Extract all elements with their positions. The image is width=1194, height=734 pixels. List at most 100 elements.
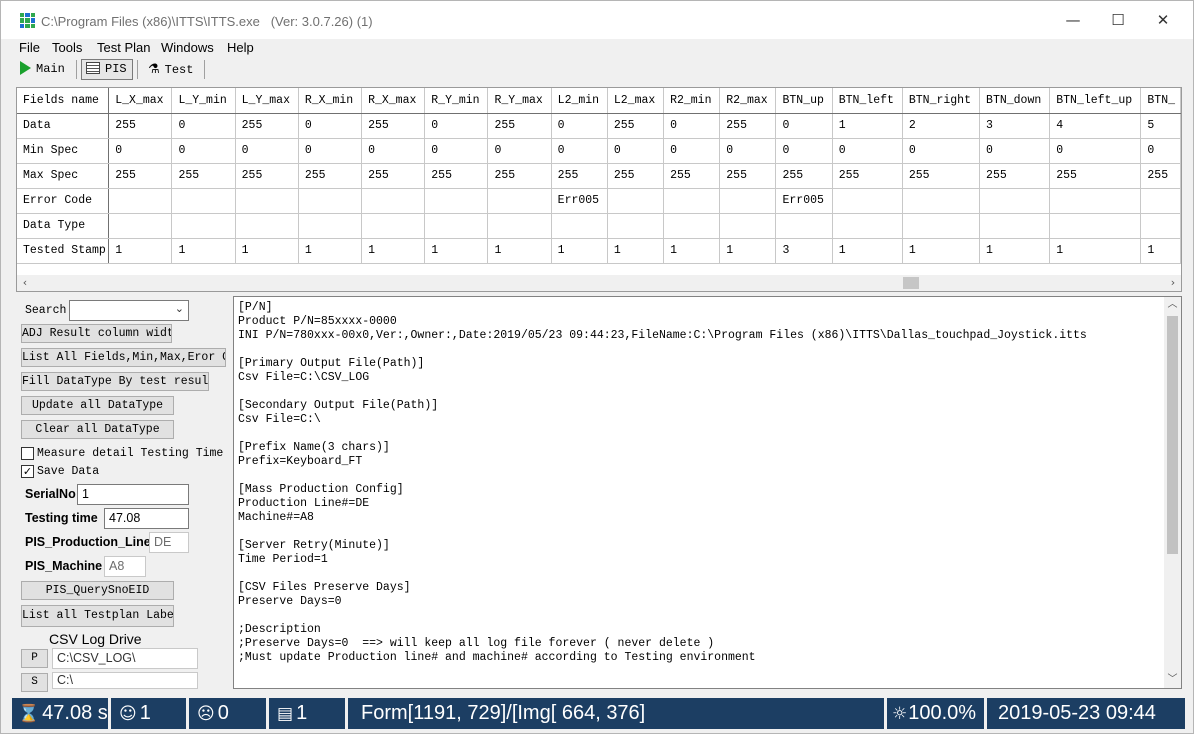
table-cell[interactable] <box>832 188 903 214</box>
table-cell[interactable] <box>361 188 426 214</box>
table-cell[interactable]: 0 <box>487 138 552 164</box>
table-cell[interactable]: 3 <box>775 238 833 264</box>
vertical-scrollbar[interactable]: ︿ ﹀ <box>1164 297 1181 688</box>
table-cell[interactable] <box>487 213 552 239</box>
table-cell[interactable]: 0 <box>424 113 489 139</box>
table-cell[interactable] <box>108 188 173 214</box>
table-cell[interactable]: 0 <box>424 138 489 164</box>
table-cell[interactable]: 255 <box>361 163 426 189</box>
table-cell[interactable]: 0 <box>775 113 833 139</box>
fields-grid[interactable]: Fields name L_X_max L_Y_min L_Y_max R_X_min R… <box>16 87 1182 292</box>
table-cell[interactable]: 0 <box>663 138 721 164</box>
table-cell[interactable]: 4 <box>1049 113 1142 139</box>
table-cell[interactable]: 0 <box>298 113 363 139</box>
close-button[interactable]: ✕ <box>1141 5 1185 35</box>
table-cell[interactable] <box>1140 213 1181 239</box>
menu-windows[interactable]: Windows <box>161 40 214 55</box>
table-cell[interactable] <box>902 213 981 239</box>
table-cell[interactable]: 0 <box>298 138 363 164</box>
table-cell[interactable]: 255 <box>979 163 1051 189</box>
menu-help[interactable]: Help <box>227 40 254 55</box>
table-cell[interactable]: 255 <box>487 163 552 189</box>
row-header[interactable]: Data Type <box>17 213 110 239</box>
table-cell[interactable]: 0 <box>832 138 903 164</box>
table-cell[interactable]: 0 <box>1140 138 1181 164</box>
update-all-datatype-button[interactable]: Update all DataType <box>21 396 174 415</box>
scroll-up-icon[interactable]: ︿ <box>1164 297 1181 313</box>
column-header[interactable]: BTN_left_up <box>1049 88 1142 114</box>
list-all-testplan-label-button[interactable]: List all Testplan Label <box>21 605 174 627</box>
horizontal-scrollbar[interactable]: ‹ › <box>17 275 1181 291</box>
secondary-drive-button[interactable]: S <box>21 673 48 692</box>
column-header[interactable]: R_X_min <box>298 88 363 114</box>
column-header[interactable]: L_Y_max <box>235 88 299 114</box>
row-header[interactable]: Tested Stamp <box>17 238 110 264</box>
table-cell[interactable] <box>607 213 665 239</box>
table-cell[interactable] <box>298 213 363 239</box>
primary-drive-button[interactable]: P <box>21 649 48 668</box>
table-cell[interactable]: 1 <box>832 113 903 139</box>
vertical-scroll-thumb[interactable] <box>1167 316 1178 554</box>
testing-time-input[interactable]: 47.08 <box>104 508 189 529</box>
pis-query-sno-eid-button[interactable]: PIS_QuerySnoEID <box>21 581 174 600</box>
table-cell[interactable]: 255 <box>108 113 173 139</box>
table-cell[interactable]: 1 <box>1140 238 1181 264</box>
table-cell[interactable] <box>979 188 1051 214</box>
table-cell[interactable]: 255 <box>902 163 981 189</box>
column-header[interactable]: BTN_right <box>902 88 981 114</box>
clear-all-datatype-button[interactable]: Clear all DataType <box>21 420 174 439</box>
minimize-button[interactable]: — <box>1051 5 1095 35</box>
table-cell[interactable]: 0 <box>663 113 721 139</box>
scroll-down-icon[interactable]: ﹀ <box>1164 672 1181 688</box>
column-header[interactable]: BTN_up <box>775 88 833 114</box>
row-header[interactable]: Data <box>17 113 110 139</box>
table-cell[interactable]: 0 <box>979 138 1051 164</box>
table-cell[interactable]: 0 <box>775 138 833 164</box>
table-cell[interactable]: 255 <box>1049 163 1142 189</box>
table-cell[interactable]: 1 <box>298 238 363 264</box>
row-header[interactable]: Error Code <box>17 188 110 214</box>
config-text-area[interactable]: [P/N] Product P/N=85xxxx-0000 INI P/N=78… <box>233 296 1182 689</box>
table-cell[interactable]: 0 <box>171 138 236 164</box>
table-cell[interactable]: 1 <box>1049 238 1142 264</box>
column-header[interactable]: L_X_max <box>108 88 173 114</box>
table-cell[interactable]: 255 <box>298 163 363 189</box>
table-cell[interactable]: 255 <box>108 163 173 189</box>
table-cell[interactable] <box>487 188 552 214</box>
column-header[interactable]: L2_max <box>607 88 665 114</box>
table-cell[interactable] <box>424 188 489 214</box>
table-cell[interactable] <box>235 188 299 214</box>
table-cell[interactable] <box>361 213 426 239</box>
table-cell[interactable]: 255 <box>551 163 608 189</box>
table-cell[interactable]: 0 <box>1049 138 1142 164</box>
table-cell[interactable] <box>663 188 721 214</box>
table-cell[interactable]: 255 <box>171 163 236 189</box>
table-cell[interactable]: 255 <box>1140 163 1181 189</box>
table-cell[interactable]: 255 <box>235 113 299 139</box>
column-header[interactable]: BTN_left <box>832 88 903 114</box>
table-cell[interactable]: 0 <box>607 138 665 164</box>
table-cell[interactable] <box>719 188 777 214</box>
column-header[interactable]: R_X_max <box>361 88 426 114</box>
table-cell[interactable]: 1 <box>551 238 608 264</box>
search-select[interactable]: ⌄ <box>69 300 189 321</box>
table-cell[interactable]: 1 <box>719 238 777 264</box>
column-header[interactable]: R2_min <box>663 88 721 114</box>
table-cell[interactable]: 1 <box>235 238 299 264</box>
table-cell[interactable]: 255 <box>235 163 299 189</box>
table-cell[interactable]: 0 <box>719 138 777 164</box>
table-cell[interactable]: 255 <box>607 113 665 139</box>
maximize-button[interactable]: ☐ <box>1096 5 1140 35</box>
table-cell[interactable]: 1 <box>487 238 552 264</box>
table-cell[interactable]: 255 <box>361 113 426 139</box>
table-cell[interactable]: 255 <box>719 113 777 139</box>
column-header[interactable]: R2_max <box>719 88 777 114</box>
measure-detail-checkbox[interactable] <box>21 447 34 460</box>
scroll-left-icon[interactable]: ‹ <box>17 275 33 291</box>
column-header[interactable]: L_Y_min <box>171 88 236 114</box>
table-cell[interactable]: 5 <box>1140 113 1181 139</box>
horizontal-scroll-thumb[interactable] <box>903 277 919 289</box>
pis-button[interactable]: PIS <box>81 59 133 80</box>
scroll-right-icon[interactable]: › <box>1165 275 1181 291</box>
column-header[interactable]: R_Y_min <box>424 88 489 114</box>
